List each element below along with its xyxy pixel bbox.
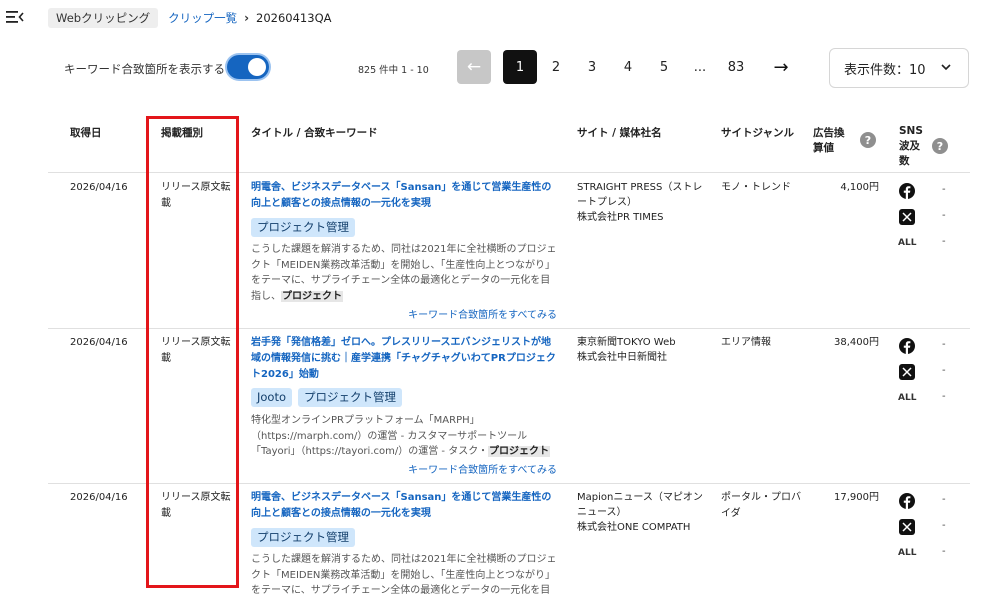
column-header-title: タイトル / 合致キーワード [251, 127, 378, 139]
arrow-right-icon: → [773, 56, 789, 78]
sns-all-count: - [942, 236, 946, 247]
prev-page-button[interactable]: ← [457, 50, 491, 84]
sns-all-label: ALL [898, 393, 917, 403]
sns-all-count: - [942, 546, 946, 557]
row-type: リリース原文転載 [161, 492, 231, 519]
row-title-link[interactable]: 岩手発「発信格差」ゼロへ。プレスリリースエバンジェリストが地域の情報発信に挑む｜… [251, 335, 557, 383]
sns-all-count: - [942, 391, 946, 402]
page-button-1[interactable]: 1 [503, 50, 537, 84]
breadcrumb-parent-link[interactable]: クリップ一覧 [168, 10, 237, 26]
menu-collapse-icon[interactable] [6, 9, 24, 25]
row-snippet: 特化型オンラインPRプラットフォーム「MARPH」（https://marph.… [251, 413, 557, 460]
sns-all-label: ALL [898, 238, 917, 248]
page-ellipsis: ... [693, 59, 707, 75]
site-name: 東京新聞TOKYO Web [577, 337, 676, 348]
sns-all-label: ALL [898, 548, 917, 558]
row-date: 2026/04/16 [70, 337, 128, 348]
publisher-name: 株式会社ONE COMPATH [577, 522, 691, 533]
sns-x-count: - [942, 365, 946, 376]
row-ad-value: 4,100円 [840, 182, 879, 193]
facebook-icon[interactable] [899, 338, 915, 354]
row-date: 2026/04/16 [70, 182, 128, 193]
site-name: Mapionニュース（マピオンニュース） [577, 492, 703, 518]
breadcrumb: Webクリッピング クリップ一覧 › 20260413QA [48, 8, 331, 28]
row-site: STRAIGHT PRESS（ストレートプレス） 株式会社PR TIMES [577, 180, 707, 225]
x-icon[interactable] [899, 519, 915, 535]
row-snippet: こうした課題を解消するため、同社は2021年に全社横断のプロジェクト「MEIDE… [251, 242, 557, 304]
per-page-label: 表示件数：10 [844, 62, 926, 78]
keyword-tag[interactable]: プロジェクト管理 [298, 388, 403, 407]
row-type: リリース原文転載 [161, 182, 231, 209]
column-header-date: 取得日 [70, 127, 102, 139]
see-all-keywords-link[interactable]: キーワード合致箇所をすべてみる [408, 306, 557, 321]
snippet-text: こうした課題を解消するため、同社は2021年に全社横断のプロジェクト「MEIDE… [251, 554, 557, 594]
page-button-2[interactable]: 2 [539, 50, 573, 84]
row-divider [48, 483, 970, 484]
publisher-name: 株式会社中日新聞社 [577, 352, 667, 363]
column-header-site: サイト / 媒体社名 [577, 127, 662, 139]
result-count: 825 件中 1 - 10 [358, 65, 429, 76]
snippet-highlight: プロジェクト [488, 446, 550, 457]
row-ad-value: 38,400円 [834, 337, 879, 348]
facebook-icon[interactable] [899, 183, 915, 199]
chevron-down-icon [941, 64, 951, 71]
keyword-tags: プロジェクト管理 [251, 528, 355, 547]
keyword-tag[interactable]: Jooto [251, 388, 293, 407]
column-header-ad-value: 広告換算値 [813, 127, 845, 154]
snippet-highlight: プロジェクト [281, 290, 343, 302]
site-name: STRAIGHT PRESS（ストレートプレス） [577, 182, 703, 208]
x-icon[interactable] [899, 209, 915, 225]
row-divider [48, 328, 970, 329]
row-site: 東京新聞TOKYO Web 株式会社中日新聞社 [577, 335, 707, 365]
keyword-tag[interactable]: プロジェクト管理 [251, 218, 355, 237]
column-header-genre: サイトジャンル [721, 127, 794, 139]
chevron-right-icon: › [244, 11, 250, 25]
row-title-link[interactable]: 明電舎、ビジネスデータベース「Sansan」を通じて営業生産性の向上と顧客との接… [251, 490, 557, 522]
row-snippet: こうした課題を解消するため、同社は2021年に全社横断のプロジェクト「MEIDE… [251, 552, 557, 594]
help-icon[interactable]: ? [860, 132, 876, 148]
page-button-83[interactable]: 83 [719, 50, 753, 84]
row-site: Mapionニュース（マピオンニュース） 株式会社ONE COMPATH [577, 490, 707, 535]
row-type: リリース原文転載 [161, 337, 231, 364]
page-button-3[interactable]: 3 [575, 50, 609, 84]
keyword-tags: Jooto プロジェクト管理 [251, 388, 403, 407]
breadcrumb-current: 20260413QA [256, 11, 332, 25]
sns-x-count: - [942, 520, 946, 531]
see-all-keywords-link[interactable]: キーワード合致箇所をすべてみる [408, 461, 557, 476]
per-page-select[interactable]: 表示件数：10 [829, 48, 969, 88]
facebook-icon[interactable] [899, 493, 915, 509]
keyword-toggle-switch[interactable] [227, 55, 269, 79]
sns-facebook-count: - [942, 339, 946, 350]
column-header-sns: SNS波及数 [899, 125, 923, 167]
publisher-name: 株式会社PR TIMES [577, 212, 664, 223]
next-page-button[interactable]: → [764, 50, 798, 84]
sns-facebook-count: - [942, 494, 946, 505]
breadcrumb-root[interactable]: Webクリッピング [48, 8, 159, 28]
keyword-tags: プロジェクト管理 [251, 218, 355, 237]
toggle-knob [248, 58, 266, 76]
keyword-toggle-label: キーワード合致箇所を表示する [64, 62, 225, 76]
row-title-link[interactable]: 明電舎、ビジネスデータベース「Sansan」を通じて営業生産性の向上と顧客との接… [251, 180, 557, 212]
page-button-5[interactable]: 5 [647, 50, 681, 84]
header-divider [48, 172, 970, 173]
row-genre: エリア情報 [721, 337, 771, 348]
keyword-tag[interactable]: プロジェクト管理 [251, 528, 355, 547]
sns-x-count: - [942, 210, 946, 221]
page-button-4[interactable]: 4 [611, 50, 645, 84]
snippet-text: 特化型オンラインPRプラットフォーム「MARPH」（https://marph.… [251, 415, 528, 457]
row-ad-value: 17,900円 [834, 492, 879, 503]
row-genre: ポータル・プロバイダ [721, 492, 801, 519]
sns-facebook-count: - [942, 184, 946, 195]
row-genre: モノ・トレンド [721, 182, 791, 193]
help-icon[interactable]: ? [932, 138, 948, 154]
arrow-left-icon: ← [466, 57, 482, 77]
column-header-type: 掲載種別 [161, 127, 203, 139]
row-date: 2026/04/16 [70, 492, 128, 503]
x-icon[interactable] [899, 364, 915, 380]
